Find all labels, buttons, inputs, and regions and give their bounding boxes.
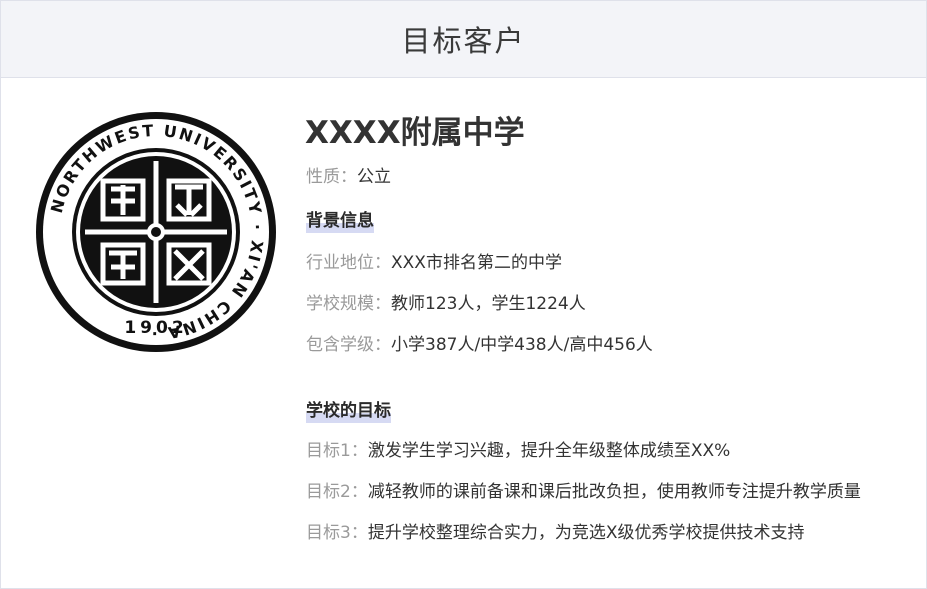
school-name: XXXX附属中学 <box>305 115 525 151</box>
background-item-label: 学校规模： <box>306 294 391 314</box>
seal-year: 1902 <box>124 318 187 338</box>
school-nature-row: 性质：公立 <box>306 165 391 189</box>
page-title: 目标客户 <box>401 24 526 58</box>
goal-item-value: 减轻教师的课前备课和课后批改负担，使用教师专注提升教学质量 <box>367 482 861 502</box>
goals-section-heading: 学校的目标 <box>306 399 391 423</box>
background-section-heading: 背景信息 <box>306 209 374 233</box>
university-seal-logo: NORTHWEST UNIVERSITY · XI'AN CHINA · 190… <box>36 112 276 352</box>
background-item-value: 教师123人，学生1224人 <box>391 294 586 314</box>
goal-item-label: 目标2： <box>306 482 368 502</box>
background-item-value: 小学387人/中学438人/高中456人 <box>391 335 653 355</box>
nature-label: 性质： <box>306 167 357 187</box>
goal-item-row: 目标2：减轻教师的课前备课和课后批改负担，使用教师专注提升教学质量 <box>306 480 861 504</box>
background-item-label: 包含学级： <box>306 335 391 355</box>
background-item-row: 学校规模：教师123人，学生1224人 <box>306 292 586 316</box>
background-item-value: XXX市排名第二的中学 <box>391 253 562 273</box>
goal-item-row: 目标1：激发学生学习兴趣，提升全年级整体成绩至XX% <box>306 439 730 463</box>
goal-item-label: 目标1： <box>306 441 368 461</box>
card-header: 目标客户 <box>1 1 926 78</box>
background-item-row: 包含学级：小学387人/中学438人/高中456人 <box>306 333 653 357</box>
background-item-label: 行业地位： <box>306 253 391 273</box>
goal-item-label: 目标3： <box>306 523 368 543</box>
goal-item-value: 提升学校整理综合实力，为竞选X级优秀学校提供技术支持 <box>367 523 805 543</box>
goal-item-value: 激发学生学习兴趣，提升全年级整体成绩至XX% <box>367 441 731 461</box>
goal-item-row: 目标3：提升学校整理综合实力，为竞选X级优秀学校提供技术支持 <box>306 521 804 545</box>
goals-title: 学校的目标 <box>306 399 391 423</box>
background-item-row: 行业地位：XXX市排名第二的中学 <box>306 251 562 275</box>
background-title: 背景信息 <box>306 209 374 233</box>
target-customer-card: 目标客户 NORTHWEST UNIVERSITY · XI'AN CHINA … <box>0 0 927 589</box>
nature-value: 公立 <box>357 167 391 187</box>
